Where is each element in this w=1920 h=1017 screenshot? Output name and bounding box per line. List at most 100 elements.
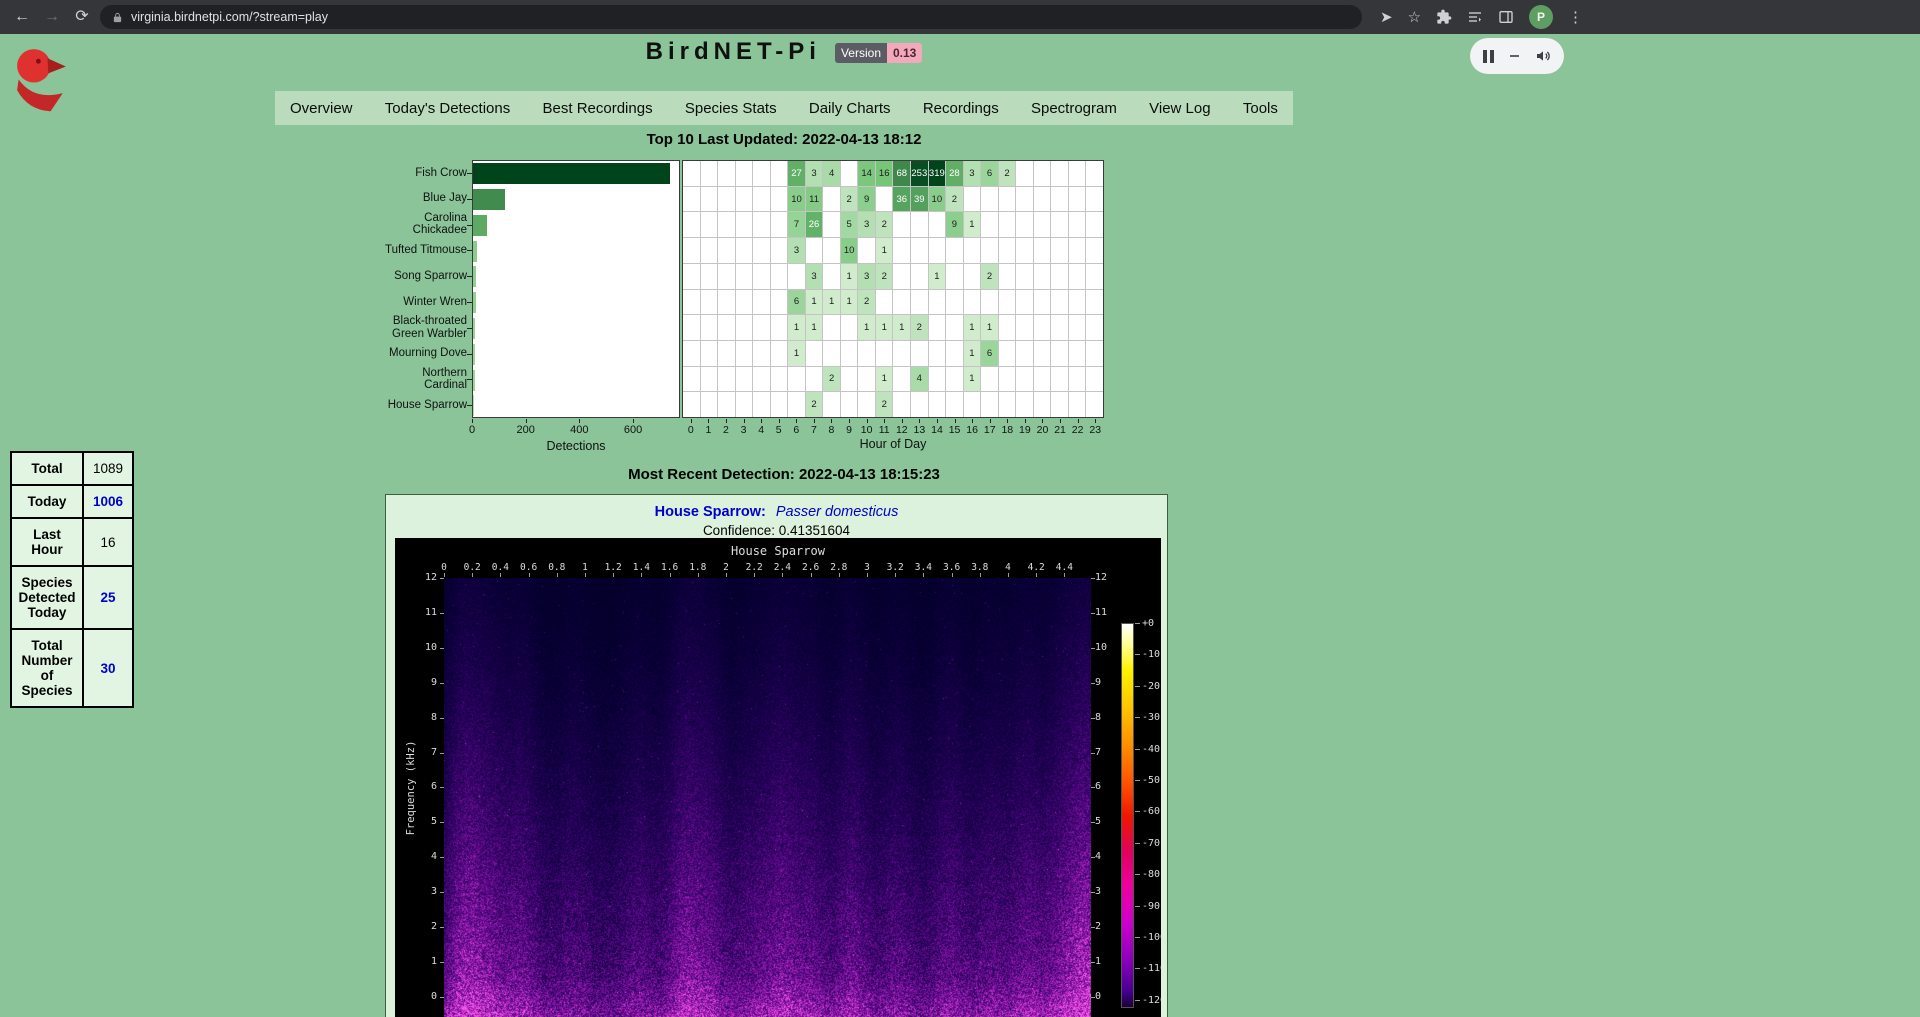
heatmap-cell [753,290,770,315]
nav-item-daily-charts[interactable]: Daily Charts [809,100,891,117]
nav-item-spectrogram[interactable]: Spectrogram [1031,100,1117,117]
heatmap-cell [1034,290,1051,315]
spec-x-tick [472,573,473,577]
nav-item-recordings[interactable]: Recordings [923,100,999,117]
menu-kebab-icon[interactable]: ⋮ [1568,8,1583,26]
spec-y-tick-label: 7 [1095,747,1131,758]
heatmap-cell [1069,238,1086,263]
heatmap-cell [964,187,981,212]
profile-avatar[interactable]: P [1529,5,1553,29]
hour-tick-label: 1 [705,424,711,436]
detection-count-bar [473,266,476,287]
y-tick [467,354,472,355]
hour-tick-label: 2 [723,424,729,436]
heatmap-cell [1086,315,1103,340]
hour-tick [937,419,938,423]
stats-row: Today1006 [11,485,133,518]
heatmap-cell [1086,187,1103,212]
send-icon[interactable]: ➤ [1380,8,1393,26]
heatmap-cell [964,290,981,315]
heatmap-cell [806,341,823,366]
reading-list-icon[interactable] [1467,9,1483,25]
heatmap-cell [1051,264,1068,289]
species-link[interactable]: House Sparrow: [655,504,766,520]
extensions-icon[interactable] [1436,9,1452,25]
stat-value[interactable]: 30 [83,629,133,707]
hour-tick [955,419,956,423]
heatmap-cell: 2 [841,187,858,212]
bar-x-tick-label: 600 [624,424,642,436]
bar-x-tick-label: 200 [516,424,534,436]
hour-tick-label: 11 [879,424,890,436]
colorbar-tick-label: -30 [1142,712,1160,723]
heatmap-cell [771,367,788,392]
heatmap-cell [1034,238,1051,263]
heatmap-cell [1016,187,1033,212]
heatmap-cell [1086,341,1103,366]
colorbar-tick [1135,717,1140,718]
nav-item-overview[interactable]: Overview [290,100,353,117]
spec-y-tick-label: 5 [401,816,437,827]
heatmap-cell [929,238,946,263]
stat-value[interactable]: 1006 [83,485,133,518]
nav-item-view-log[interactable]: View Log [1149,100,1210,117]
heatmap-cell [1051,315,1068,340]
stats-row: Last Hour16 [11,518,133,566]
heatmap-cell [1069,264,1086,289]
stat-value[interactable]: 25 [83,566,133,629]
heatmap-cell [1016,212,1033,237]
heatmap-cell: 2 [876,212,893,237]
scientific-name-link[interactable]: Passer domesticus [776,504,899,520]
heatmap-cell [1016,341,1033,366]
side-panel-icon[interactable] [1498,9,1514,25]
hour-tick-label: 19 [1019,424,1031,436]
nav-item-tools[interactable]: Tools [1243,100,1278,117]
species-label: House Sparrow [377,392,467,418]
heatmap-cell [1016,290,1033,315]
species-label: Blue Jay [377,186,467,212]
spec-y-tick [440,648,444,649]
seek-bar[interactable] [1510,55,1519,57]
volume-button[interactable] [1535,48,1551,64]
heatmap-cell [964,392,981,417]
heatmap-cell [911,290,928,315]
forward-button[interactable]: → [40,0,64,34]
heatmap-cell [1069,341,1086,366]
heatmap-cell [893,392,910,417]
reload-button[interactable]: ⟳ [70,0,94,34]
spec-y-tick [1091,578,1095,579]
heatmap-cell: 10 [929,187,946,212]
heatmap-cell [771,392,788,417]
spec-y-tick [440,857,444,858]
spec-y-tick-label: 1 [1095,956,1131,967]
bookmark-star-icon[interactable]: ☆ [1408,8,1421,26]
bar-chart-panel [472,160,680,418]
heatmap-cell [753,238,770,263]
heatmap-cell: 10 [841,238,858,263]
heatmap-cell [1034,392,1051,417]
heatmap-cell [929,367,946,392]
heatmap-cell [981,392,998,417]
pause-button[interactable] [1483,50,1494,63]
address-bar[interactable]: virginia.birdnetpi.com/?stream=play [100,5,1362,29]
nav-item-today-s-detections[interactable]: Today's Detections [385,100,510,117]
nav-item-species-stats[interactable]: Species Stats [685,100,777,117]
heatmap-cell: 11 [806,187,823,212]
heatmap-cell: 1 [841,290,858,315]
heatmap-cell [823,264,840,289]
heatmap-cell [683,238,700,263]
hour-tick-label: 8 [829,424,835,436]
heatmap-cell: 27 [788,161,805,186]
heatmap-cell: 1 [964,315,981,340]
heatmap-cell [753,161,770,186]
spec-y-tick [1091,962,1095,963]
species-label: Northern Cardinal [377,366,467,392]
heatmap-cell [823,392,840,417]
heatmap-cell [1086,264,1103,289]
hour-tick [814,419,815,423]
back-button[interactable]: ← [10,0,34,34]
heatmap-cell [1069,187,1086,212]
heatmap-cell [1034,161,1051,186]
heatmap-cell: 16 [876,161,893,186]
nav-item-best-recordings[interactable]: Best Recordings [543,100,653,117]
